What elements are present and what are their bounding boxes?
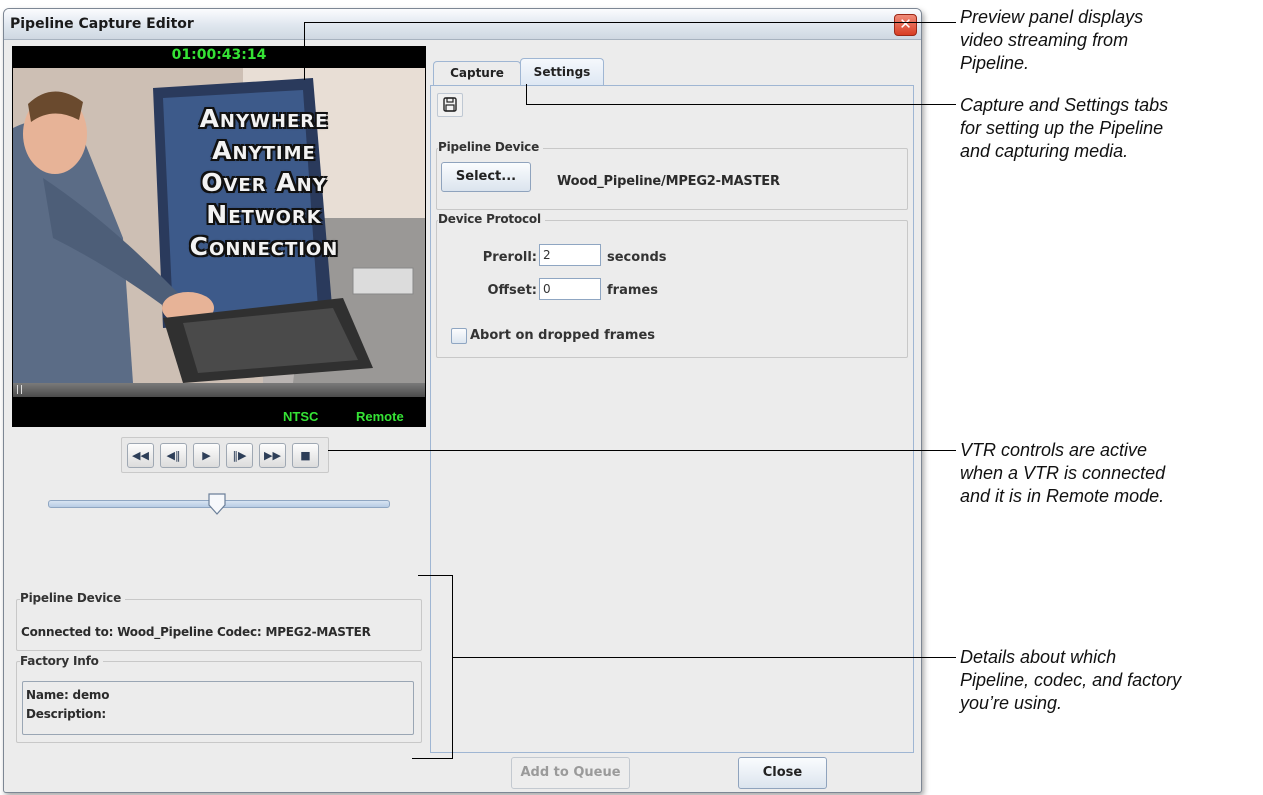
close-window-button[interactable]: ✕ [894, 14, 917, 36]
selected-device-name: Wood_Pipeline/MPEG2-MASTER [557, 174, 780, 189]
callout-line: video streaming from [960, 30, 1129, 50]
tab-settings[interactable]: Settings [520, 58, 604, 86]
callout-tabs: Capture and Settings tabs for setting up… [960, 94, 1168, 163]
settings-tab-panel: Pipeline Device Select... Wood_Pipeline/… [430, 85, 914, 753]
callout-line: and capturing media. [960, 141, 1129, 161]
device-protocol-heading: Device Protocol [438, 212, 545, 226]
tab-capture[interactable]: Capture [433, 61, 521, 86]
rewind-icon[interactable]: ◀◀ [127, 443, 154, 468]
callout-preview: Preview panel displays video streaming f… [960, 6, 1143, 75]
overlay-text-line: Connection [189, 232, 339, 261]
step-forward-icon[interactable]: ‖▶ [226, 443, 253, 468]
callout-line: Capture and Settings tabs [960, 95, 1169, 115]
preroll-unit: seconds [607, 250, 667, 265]
callout-leader [304, 22, 956, 23]
overlay-text-line: Anywhere [199, 104, 329, 133]
callout-line: Pipeline, codec, and factory [960, 670, 1182, 690]
video-format-label: NTSC [283, 409, 319, 424]
callout-vtr: VTR controls are active when a VTR is co… [960, 439, 1165, 508]
preview-panel: 01:00:43:14 Anywhere Anytime Over Any Ne… [12, 46, 426, 427]
callout-leader [526, 84, 527, 105]
step-back-icon[interactable]: ◀‖ [160, 443, 187, 468]
pipeline-device-heading: Pipeline Device [438, 140, 544, 154]
callout-leader [452, 657, 956, 658]
scroll-grip[interactable] [17, 385, 22, 394]
callout-line: for setting up the Pipeline [960, 118, 1164, 138]
close-button[interactable]: Close [738, 757, 827, 789]
factory-info-heading: Factory Info [20, 654, 103, 668]
title-bar[interactable]: Pipeline Capture Editor ✕ [4, 9, 921, 40]
preroll-input[interactable]: 2 [539, 244, 601, 266]
play-icon[interactable]: ▶ [193, 443, 220, 468]
callout-line: Details about which [960, 647, 1117, 667]
add-to-queue-button[interactable]: Add to Queue [511, 757, 630, 789]
preview-scrollbar[interactable] [13, 383, 425, 397]
select-device-button[interactable]: Select... [441, 162, 531, 192]
video-frame: Anywhere Anytime Over Any Network Connec… [13, 68, 425, 383]
stop-icon[interactable]: ■ [292, 443, 319, 468]
vtr-controls: ◀◀ ◀‖ ▶ ‖▶ ▶▶ ■ [121, 437, 329, 473]
save-icon [443, 97, 457, 112]
save-settings-button[interactable] [437, 93, 463, 117]
callout-line: you’re using. [960, 693, 1063, 713]
vtr-mode-label: Remote [356, 409, 404, 424]
window-title: Pipeline Capture Editor [10, 16, 194, 32]
timecode: 01:00:43:14 [171, 47, 267, 63]
factory-name: Name: demo [26, 688, 110, 702]
callout-details: Details about which Pipeline, codec, and… [960, 646, 1181, 715]
callout-line: VTR controls are active [960, 440, 1148, 460]
connected-device-text: Connected to: Wood_Pipeline Codec: MPEG2… [21, 625, 371, 639]
abort-dropped-frames-label: Abort on dropped frames [470, 328, 656, 343]
fast-forward-icon[interactable]: ▶▶ [259, 443, 286, 468]
overlay-text-line: Over Any [201, 168, 327, 197]
pipeline-device-info-heading: Pipeline Device [20, 591, 126, 605]
callout-line: and it is in Remote mode. [960, 486, 1165, 506]
callout-line: Preview panel displays [960, 7, 1144, 27]
callout-line: Pipeline. [960, 53, 1030, 73]
callout-leader [328, 450, 956, 451]
offset-input[interactable]: 0 [539, 278, 601, 300]
callout-bracket [418, 575, 453, 576]
callout-line: when a VTR is connected [960, 463, 1166, 483]
offset-label: Offset: [487, 283, 537, 298]
callout-bracket [412, 758, 453, 759]
abort-dropped-frames-checkbox[interactable] [451, 328, 467, 344]
factory-description: Description: [26, 707, 107, 721]
jog-slider-thumb[interactable] [207, 493, 227, 515]
callout-leader [304, 22, 305, 80]
callout-bracket [452, 575, 453, 759]
offset-unit: frames [607, 283, 658, 298]
capture-editor-window: Pipeline Capture Editor ✕ 01:00:43:14 An… [3, 8, 922, 793]
callout-leader [526, 104, 956, 105]
overlay-text-line: Anytime [212, 136, 316, 165]
preroll-label: Preroll: [482, 250, 537, 265]
overlay-text-line: Network [206, 200, 322, 229]
